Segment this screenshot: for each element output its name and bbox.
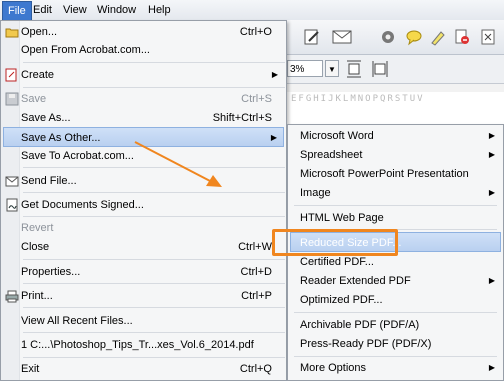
annotation-arrow-icon (134, 141, 222, 187)
annotation-highlight-box (272, 229, 398, 256)
